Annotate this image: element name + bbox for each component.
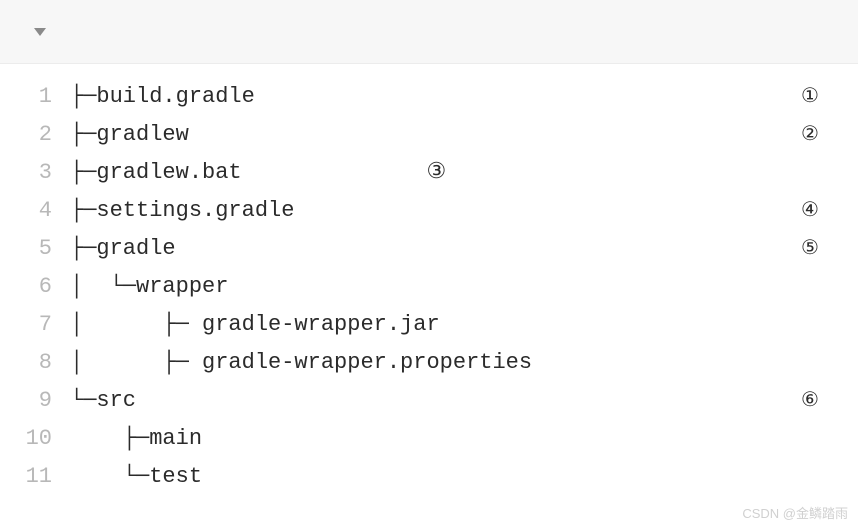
toolbar <box>0 0 858 64</box>
line-number: 3 <box>0 154 70 192</box>
code-line: 10 ├─main <box>0 420 858 458</box>
line-number: 8 <box>0 344 70 382</box>
code-block: 1├─build.gradle①2├─gradlew②3├─gradlew.ba… <box>0 64 858 496</box>
line-marker: ① <box>798 78 858 117</box>
line-text: └─src <box>70 382 798 420</box>
line-text: ├─gradlew.bat ③ <box>70 154 798 192</box>
line-text: ├─gradle <box>70 230 798 268</box>
line-number: 4 <box>0 192 70 230</box>
code-line: 9└─src⑥ <box>0 382 858 420</box>
line-number: 2 <box>0 116 70 154</box>
line-marker: ④ <box>798 192 858 231</box>
dropdown-icon[interactable] <box>34 28 46 36</box>
line-text: └─test <box>70 458 798 496</box>
code-line: 6│ └─wrapper <box>0 268 858 306</box>
line-text: │ ├─ gradle-wrapper.properties <box>70 344 798 382</box>
line-number: 10 <box>0 420 70 458</box>
code-line: 2├─gradlew② <box>0 116 858 154</box>
line-text: ├─build.gradle <box>70 78 798 116</box>
line-text: ├─settings.gradle <box>70 192 798 230</box>
line-text: ├─gradlew <box>70 116 798 154</box>
line-number: 7 <box>0 306 70 344</box>
line-marker: ⑤ <box>798 230 858 269</box>
code-line: 1├─build.gradle① <box>0 78 858 116</box>
code-line: 7│ ├─ gradle-wrapper.jar <box>0 306 858 344</box>
line-number: 9 <box>0 382 70 420</box>
code-line: 8│ ├─ gradle-wrapper.properties <box>0 344 858 382</box>
code-line: 5├─gradle⑤ <box>0 230 858 268</box>
line-number: 11 <box>0 458 70 496</box>
code-line: 3├─gradlew.bat ③ <box>0 154 858 192</box>
line-text: │ └─wrapper <box>70 268 798 306</box>
line-marker: ⑥ <box>798 382 858 421</box>
code-line: 11 └─test <box>0 458 858 496</box>
line-marker: ② <box>798 116 858 155</box>
code-line: 4├─settings.gradle④ <box>0 192 858 230</box>
line-number: 6 <box>0 268 70 306</box>
line-text: ├─main <box>70 420 798 458</box>
line-number: 5 <box>0 230 70 268</box>
line-text: │ ├─ gradle-wrapper.jar <box>70 306 798 344</box>
watermark: CSDN @金鳞踏雨 <box>742 503 848 522</box>
line-number: 1 <box>0 78 70 116</box>
